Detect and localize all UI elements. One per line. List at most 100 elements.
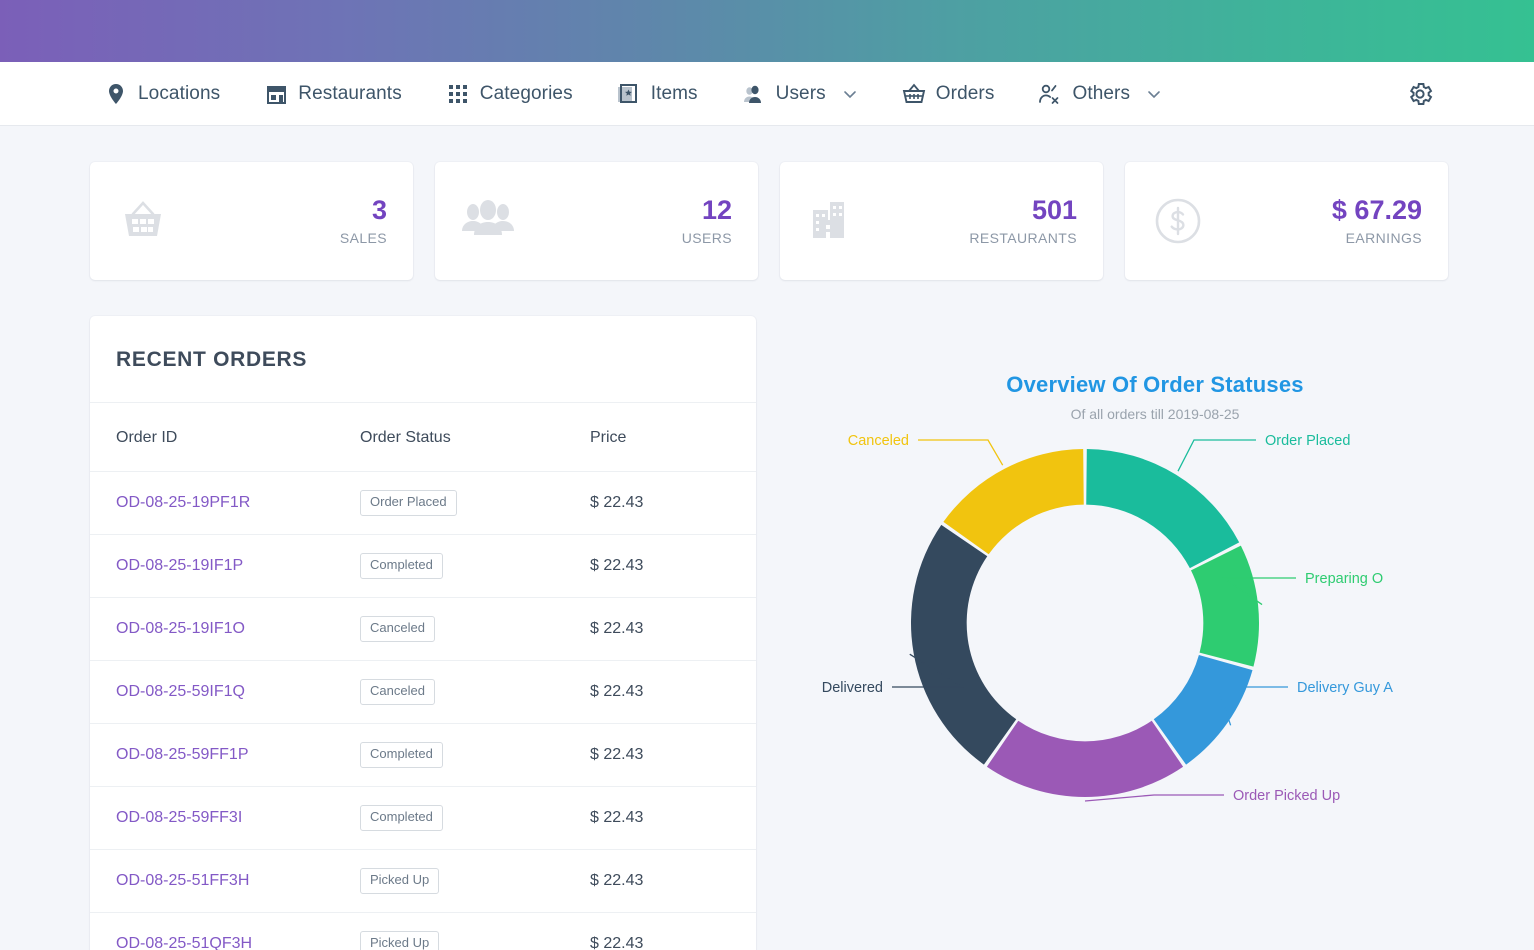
chart-subtitle: Of all orders till 2019-08-25 (1070, 406, 1240, 422)
cell-order-status: Canceled (338, 660, 576, 724)
donut-slice[interactable] (911, 524, 1017, 765)
stat-label: SALES (339, 229, 387, 246)
nav-label: Locations (138, 82, 221, 104)
cell-order-id: OD-08-25-19IF1P (90, 534, 338, 598)
stat-card-row: 3 SALES 12 USERS 501 RESTAURANTS $ 67.29… (0, 126, 1534, 280)
table-row: OD-08-25-51FF3H Picked Up $ 22.43 (90, 849, 756, 913)
nav-label: Items (650, 82, 698, 104)
status-badge: Picked Up (360, 930, 440, 950)
stat-card-earnings[interactable]: $ 67.29 EARNINGS (1125, 162, 1448, 280)
table-row: OD-08-25-19IF1O Canceled $ 22.43 (90, 597, 756, 661)
table-row: OD-08-25-19IF1P Completed $ 22.43 (90, 534, 756, 598)
stat-label: EARNINGS (1345, 229, 1422, 246)
stat-values: 501 RESTAURANTS (969, 195, 1077, 246)
cell-order-id: OD-08-25-59IF1Q (90, 660, 338, 724)
cell-order-id: OD-08-25-51FF3H (90, 849, 338, 913)
order-status-chart: Overview Of Order Statuses Of all orders… (776, 316, 1534, 916)
cell-price: $ 22.43 (576, 534, 756, 598)
gear-icon[interactable] (1406, 80, 1434, 108)
slice-label: Canceled (848, 433, 909, 449)
order-id-link[interactable]: OD-08-25-51QF3H (116, 935, 252, 950)
nav-label: Users (775, 82, 826, 104)
stat-values: 12 USERS (682, 195, 732, 246)
nav-label: Orders (935, 82, 995, 104)
cell-price: $ 22.43 (576, 786, 756, 850)
basket-icon (114, 192, 172, 250)
recent-orders-header: RECENT ORDERS (90, 316, 756, 403)
donut-chart-svg: Order Placed Preparing O Delivery Guy A Ord… (822, 433, 1393, 804)
status-badge: Completed (360, 741, 443, 768)
order-id-link[interactable]: OD-08-25-59IF1Q (116, 683, 245, 700)
nav-item-locations[interactable]: Locations (104, 62, 242, 126)
chevron-down-icon[interactable] (842, 86, 858, 102)
nav-item-categories[interactable]: Categories (446, 62, 595, 126)
stat-values: $ 67.29 EARNINGS (1332, 196, 1422, 246)
table-row: OD-08-25-59FF3I Completed $ 22.43 (90, 786, 756, 850)
donut-chart-holder: Order Placed Preparing O Delivery Guy A Ord… (776, 422, 1534, 902)
donut-slice[interactable] (986, 720, 1184, 797)
status-badge: Picked Up (360, 867, 440, 894)
chart-title: Overview Of Order Statuses (1006, 372, 1304, 397)
donut-slice[interactable] (1190, 545, 1259, 667)
cell-order-status: Picked Up (338, 849, 576, 913)
stat-card-restaurants[interactable]: 501 RESTAURANTS (780, 162, 1103, 280)
cell-order-status: Completed (338, 786, 576, 850)
top-gradient-bar (0, 0, 1534, 62)
cell-order-status: Canceled (338, 597, 576, 661)
cell-price: $ 22.43 (576, 723, 756, 787)
main-navigation: Locations Restaurants Categories Items U… (0, 62, 1534, 126)
cell-price: $ 22.43 (576, 660, 756, 724)
nav-label: Others (1072, 82, 1131, 104)
stat-value: 3 (371, 195, 387, 226)
stat-value: 12 (701, 195, 732, 226)
column-header-price: Price (576, 403, 756, 472)
table-row: OD-08-25-51QF3H Picked Up $ 22.43 (90, 912, 756, 950)
order-id-link[interactable]: OD-08-25-19PF1R (116, 494, 250, 511)
stat-value: 501 (1031, 195, 1077, 226)
nav-item-restaurants[interactable]: Restaurants (264, 62, 424, 126)
order-id-link[interactable]: OD-08-25-51FF3H (116, 872, 249, 889)
slice-label: Delivered (822, 680, 883, 696)
chevron-down-icon[interactable] (1146, 86, 1162, 102)
map-pin-icon (104, 82, 128, 106)
slice-label: Preparing O (1305, 571, 1383, 587)
slice-label: Delivery Guy A (1297, 680, 1393, 696)
stat-card-users[interactable]: 12 USERS (435, 162, 758, 280)
page-title: RECENT ORDERS (116, 348, 308, 371)
nav-item-orders[interactable]: Orders (902, 62, 1017, 126)
slice-leader-line (1084, 794, 1224, 802)
nav-item-others[interactable]: Others (1038, 62, 1184, 126)
order-id-link[interactable]: OD-08-25-59FF3I (116, 809, 242, 826)
stat-card-sales[interactable]: 3 SALES (90, 162, 413, 280)
basket-icon (902, 82, 926, 106)
slice-leader-line (1177, 439, 1256, 472)
status-badge: Canceled (360, 678, 435, 705)
chart-column: Overview Of Order Statuses Of all orders… (756, 316, 1534, 950)
donut-slice[interactable] (1086, 449, 1240, 569)
order-id-link[interactable]: OD-08-25-59FF1P (116, 746, 249, 763)
cell-order-id: OD-08-25-19PF1R (90, 471, 338, 535)
cards-icon (617, 82, 641, 106)
slice-label: Order Picked Up (1233, 788, 1340, 804)
nav-item-users[interactable]: Users (742, 62, 880, 126)
nav-item-items[interactable]: Items (617, 62, 720, 126)
cell-order-status: Completed (338, 723, 576, 787)
orders-table-head: Order ID Order Status Price (90, 403, 756, 472)
cell-price: $ 22.43 (576, 912, 756, 950)
cell-order-status: Picked Up (338, 912, 576, 950)
orders-table: Order ID Order Status Price OD-08-25-19P… (90, 403, 756, 950)
status-badge: Completed (360, 552, 443, 579)
status-badge: Order Placed (360, 490, 457, 516)
table-row: OD-08-25-59FF1P Completed $ 22.43 (90, 723, 756, 787)
nav-item-list: Locations Restaurants Categories Items U… (104, 62, 1184, 126)
cell-order-id: OD-08-25-59FF3I (90, 786, 338, 850)
donut-slice[interactable] (943, 449, 1084, 555)
order-id-link[interactable]: OD-08-25-19IF1O (116, 620, 245, 637)
stat-values: 3 SALES (339, 195, 387, 246)
cell-price: $ 22.43 (576, 849, 756, 913)
nav-label: Restaurants (298, 82, 402, 104)
slice-leader-line (918, 439, 1004, 466)
grid-icon (446, 82, 470, 106)
order-id-link[interactable]: OD-08-25-19IF1P (116, 557, 243, 574)
main-content: RECENT ORDERS Order ID Order Status Pric… (0, 280, 1534, 950)
